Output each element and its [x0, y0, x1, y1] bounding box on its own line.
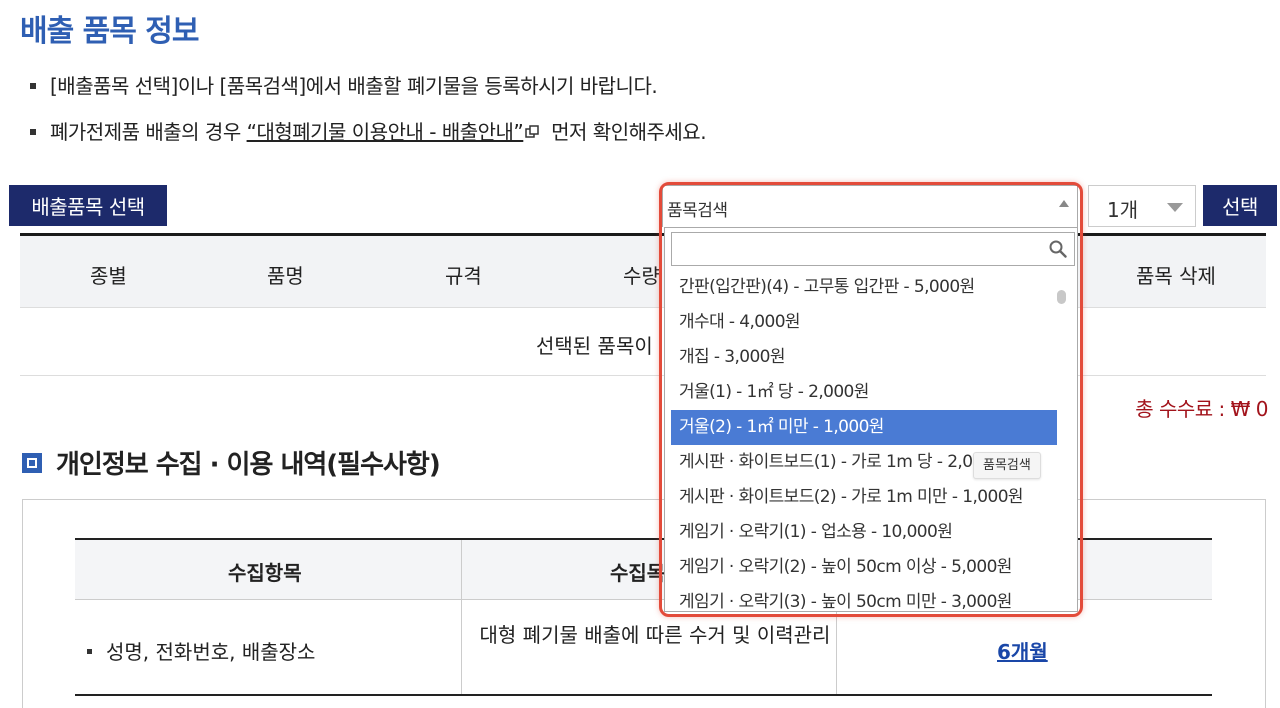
header-collect-purpose: 수집목	[610, 561, 666, 585]
chevron-down-icon	[1167, 203, 1183, 212]
collect-items-text: 성명, 전화번호, 배출장소	[106, 640, 316, 664]
search-dropdown: 간판(입간판)(4) - 고무통 입간판 - 5,000원 개수대 - 4,00…	[664, 227, 1078, 612]
items-table-header: 종별 품명 규격 수량 품목 삭제	[20, 236, 1266, 308]
dropdown-option[interactable]: 게임기 · 오락기(3) - 높이 50cm 미만 - 3,000원	[671, 585, 1057, 611]
collect-purpose-cell: 대형 폐기물 배출에 따른 수거 및 이력관리	[479, 623, 831, 647]
header-name: 품명	[267, 264, 304, 288]
dropdown-option-highlighted[interactable]: 거울(2) - 1㎡ 미만 - 1,000원	[671, 410, 1057, 445]
bullet	[30, 128, 36, 135]
notice-text: [배출품목 선택]이나 [품목검색]에서 배출할 폐기물을 등록하시기 바랍니다…	[50, 74, 658, 98]
notice-item: [배출품목 선택]이나 [품목검색]에서 배출할 폐기물을 등록하시기 바랍니다…	[30, 70, 658, 99]
dropdown-option[interactable]: 게임기 · 오락기(1) - 업소용 - 10,000원	[671, 515, 1057, 550]
dropdown-scrollbar[interactable]	[1055, 272, 1067, 610]
notice-text-prefix: 폐가전제품 배출의 경우	[50, 120, 247, 144]
search-input[interactable]	[671, 232, 1075, 266]
page-title: 배출 품목 정보	[20, 14, 199, 49]
collect-items-cell: 성명, 전화번호, 배출장소	[87, 636, 315, 665]
notice-text-suffix: 먼저 확인해주세요.	[545, 120, 707, 144]
select-item-button[interactable]: 배출품목 선택	[9, 185, 167, 226]
header-delete: 품목 삭제	[1136, 264, 1216, 288]
quantity-select[interactable]: 1개	[1088, 185, 1196, 227]
privacy-title-text: 개인정보 수집 · 이용 내역(필수사항)	[56, 450, 441, 480]
chevron-up-icon	[1059, 200, 1069, 207]
bullet	[30, 82, 36, 89]
header-collect-items: 수집항목	[228, 561, 302, 585]
choose-button[interactable]: 선택	[1203, 185, 1277, 226]
privacy-section-title: 개인정보 수집 · 이용 내역(필수사항)	[22, 444, 441, 481]
empty-message: 선택된 품목이	[536, 334, 653, 358]
tooltip: 품목검색	[973, 452, 1041, 479]
header-spec: 규격	[445, 264, 482, 288]
item-search-select[interactable]: 품목검색	[662, 185, 1078, 227]
notice-item: 폐가전제품 배출의 경우 “대형폐기물 이용안내 - 배출안내” 먼저 확인해주…	[30, 116, 707, 145]
external-link-icon	[525, 124, 540, 138]
square-bullet-icon	[22, 452, 42, 473]
total-fee: 총 수수료 : ₩ 0	[1135, 397, 1268, 421]
dropdown-option[interactable]: 게임기 · 오락기(2) - 높이 50cm 이상 - 5,000원	[671, 550, 1057, 585]
dropdown-option[interactable]: 개집 - 3,000원	[671, 340, 1057, 375]
header-qty: 수량	[623, 264, 660, 288]
search-icon	[1049, 240, 1067, 258]
guide-link[interactable]: “대형폐기물 이용안내 - 배출안내”	[247, 120, 524, 144]
scrollbar-thumb[interactable]	[1057, 290, 1066, 304]
retention-period-link[interactable]: 6개월	[997, 636, 1048, 665]
quantity-value: 1개	[1107, 198, 1139, 222]
select-value: 품목검색	[667, 201, 728, 221]
dropdown-option[interactable]: 거울(1) - 1㎡ 당 - 2,000원	[671, 375, 1057, 410]
bullet	[87, 649, 92, 654]
option-list: 간판(입간판)(4) - 고무통 입간판 - 5,000원 개수대 - 4,00…	[671, 270, 1057, 611]
dropdown-option[interactable]: 간판(입간판)(4) - 고무통 입간판 - 5,000원	[671, 270, 1057, 305]
table-row: 성명, 전화번호, 배출장소 대형 폐기물 배출에 따른 수거 및 이력관리 6…	[75, 600, 1212, 696]
dropdown-option[interactable]: 게시판 · 화이트보드(2) - 가로 1m 미만 - 1,000원	[671, 480, 1057, 515]
header-type: 종별	[90, 264, 127, 288]
empty-table-row: 선택된 품목이	[20, 308, 1266, 376]
dropdown-option[interactable]: 개수대 - 4,000원	[671, 305, 1057, 340]
